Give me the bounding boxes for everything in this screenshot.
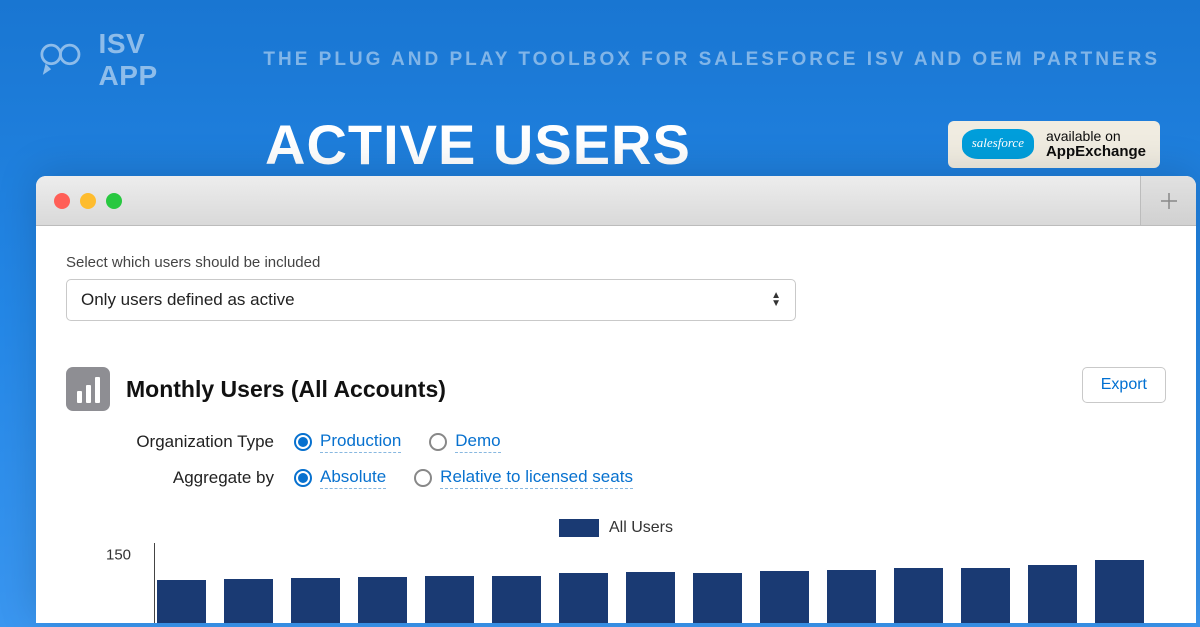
close-window-button[interactable]	[54, 193, 70, 209]
org-type-demo-radio[interactable]: Demo	[429, 431, 500, 453]
appexchange-line1: available on	[1046, 129, 1146, 144]
user-scope-select[interactable]: Only users defined as active ▲▼	[66, 279, 796, 321]
radio-icon	[429, 433, 447, 451]
export-button[interactable]: Export	[1082, 367, 1166, 403]
chart-legend: All Users	[66, 519, 1166, 537]
app-window: Select which users should be included On…	[36, 176, 1196, 623]
window-titlebar	[36, 176, 1196, 226]
org-type-production-radio[interactable]: Production	[294, 431, 401, 453]
org-type-label: Organization Type	[126, 432, 294, 452]
chart-bar	[157, 580, 206, 623]
chart-bar	[492, 576, 541, 623]
brand-name: ISV APP	[99, 28, 204, 92]
radio-icon	[294, 433, 312, 451]
chart-bar	[559, 573, 608, 623]
salesforce-cloud-icon: salesforce	[962, 129, 1034, 159]
y-axis-tick: 150	[106, 547, 131, 564]
radio-icon	[294, 469, 312, 487]
chart-bar	[827, 570, 876, 623]
chart-bar	[760, 571, 809, 623]
chart-bar	[358, 577, 407, 623]
aggregate-absolute-radio[interactable]: Absolute	[294, 467, 386, 489]
new-tab-button[interactable]	[1140, 176, 1196, 225]
page-title: ACTIVE USERS	[265, 112, 691, 177]
minimize-window-button[interactable]	[80, 193, 96, 209]
chart-bar	[224, 579, 273, 623]
appexchange-line2: AppExchange	[1046, 144, 1146, 161]
chart-bar	[626, 572, 675, 623]
plus-icon	[1158, 190, 1180, 212]
chart-title: Monthly Users (All Accounts)	[126, 376, 446, 403]
chart-bar	[693, 573, 742, 623]
radio-icon	[414, 469, 432, 487]
maximize-window-button[interactable]	[106, 193, 122, 209]
tagline: THE PLUG AND PLAY TOOLBOX FOR SALESFORCE…	[263, 49, 1160, 71]
brand-logo: ISV APP	[40, 28, 203, 92]
select-stepper-icon: ▲▼	[771, 292, 781, 308]
monthly-users-chart: 150	[106, 543, 1146, 623]
legend-swatch-all-users	[559, 519, 599, 537]
chart-bar	[961, 568, 1010, 623]
legend-label-all-users: All Users	[609, 519, 673, 537]
chart-bar	[1095, 560, 1144, 623]
chart-bar	[425, 576, 474, 623]
isvapp-logo-icon	[40, 42, 85, 78]
bar-chart-icon	[66, 367, 110, 411]
chart-bar	[1028, 565, 1077, 623]
appexchange-badge[interactable]: salesforce available on AppExchange	[948, 121, 1160, 169]
chart-bar	[291, 578, 340, 623]
user-scope-value: Only users defined as active	[81, 290, 295, 310]
aggregate-by-label: Aggregate by	[126, 468, 294, 488]
aggregate-relative-radio[interactable]: Relative to licensed seats	[414, 467, 633, 489]
chart-bar	[894, 568, 943, 623]
user-scope-label: Select which users should be included	[66, 254, 1166, 271]
